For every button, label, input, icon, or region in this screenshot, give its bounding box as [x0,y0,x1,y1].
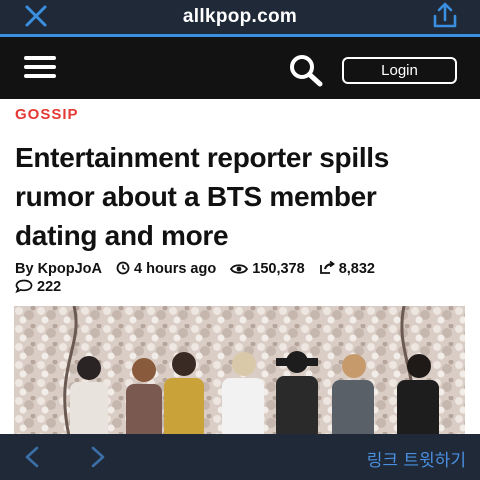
view-count: 150,378 [230,261,305,277]
forward-arrow-icon[interactable] [88,445,108,469]
share-arrow-icon [319,260,335,274]
author-byline[interactable]: By KpopJoA [15,261,102,277]
eye-icon [230,264,249,274]
browser-bottom-toolbar: 링크 트윗하기 [0,434,480,480]
search-icon[interactable] [287,52,325,88]
clock-icon [116,261,130,275]
category-label[interactable]: GOSSIP [15,106,79,123]
hamburger-menu-icon[interactable] [24,56,56,80]
back-arrow-icon[interactable] [22,445,42,469]
article-photo[interactable] [14,306,465,436]
shares-text: 8,832 [338,261,375,277]
views-text: 150,378 [252,261,305,277]
comment-count[interactable]: 222 [15,279,61,295]
login-button[interactable]: Login [342,57,457,84]
share-count[interactable]: 8,832 [319,260,375,277]
timestamp: 4 hours ago [116,261,216,277]
close-icon[interactable] [22,2,50,30]
comment-icon [15,279,33,294]
article-title: Entertainment reporter spills rumor abou… [15,142,390,251]
group-photo-illustration [14,306,465,436]
comments-text: 222 [37,279,62,295]
time-text: 4 hours ago [134,261,217,277]
browser-address-bar: allkpop.com [0,0,480,34]
site-header: Login [0,37,480,99]
url-text[interactable]: allkpop.com [183,6,297,28]
article-meta: By KpopJoA 4 hours ago 150,378 8,832 222 [15,260,435,296]
share-icon[interactable] [430,1,460,31]
tweet-link-button[interactable]: 링크 트윗하기 [367,446,466,471]
